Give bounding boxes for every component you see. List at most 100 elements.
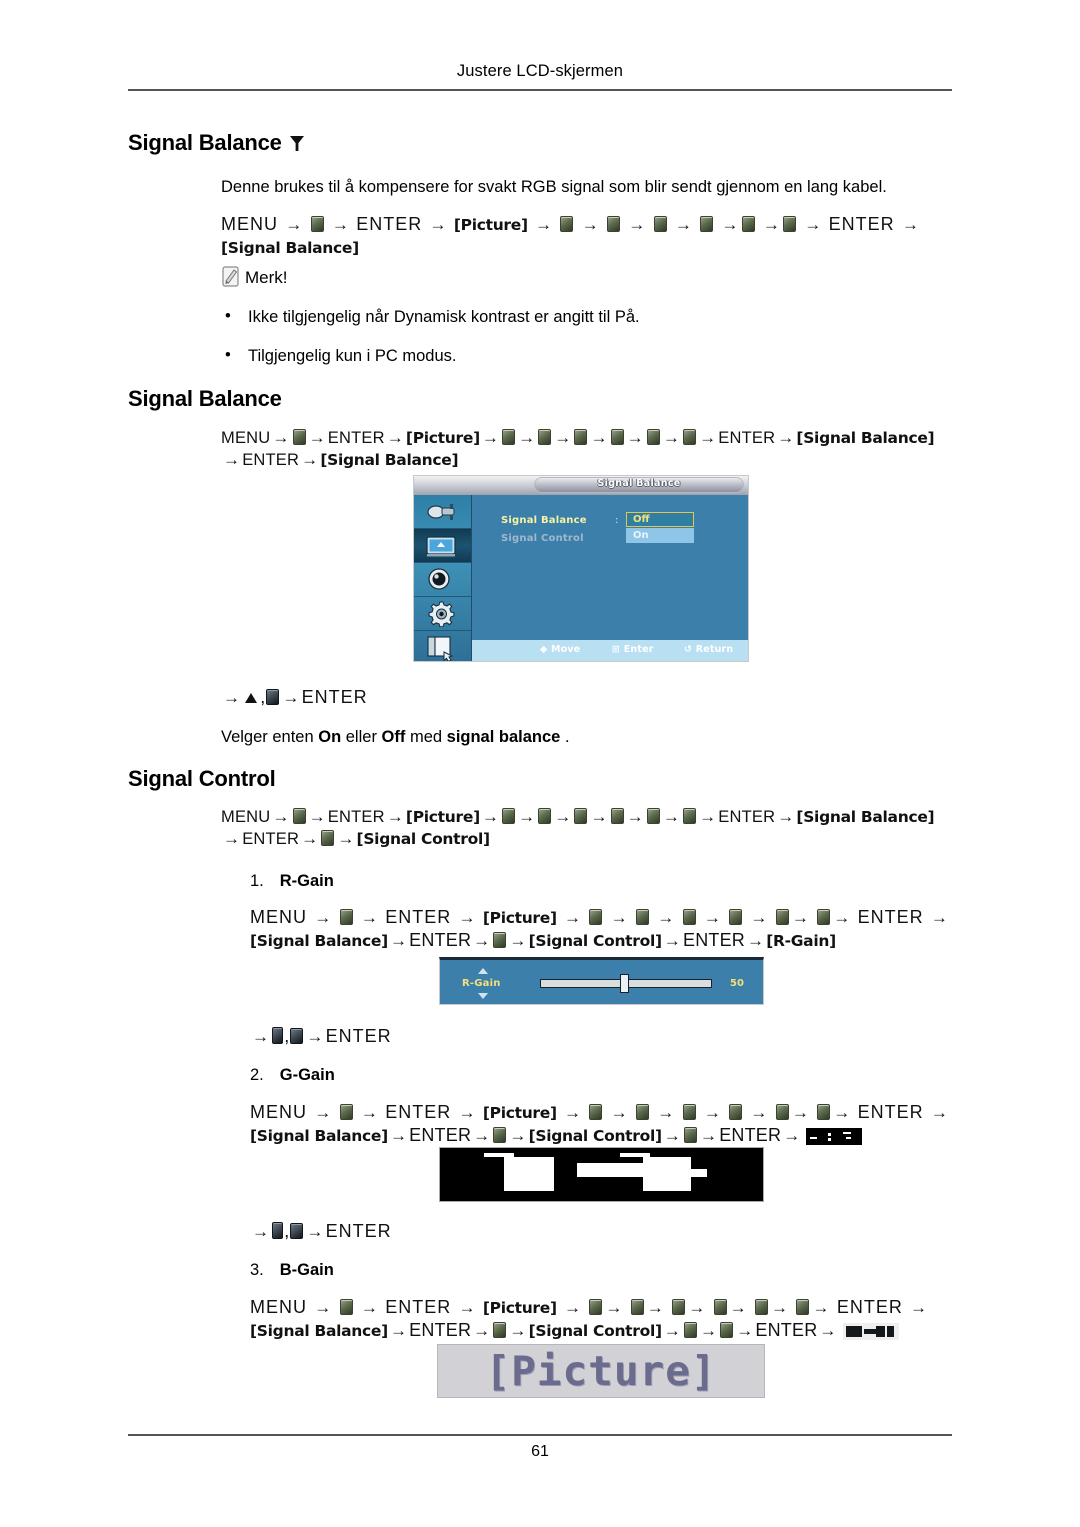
osd-sidebar-item-setup[interactable] xyxy=(414,597,471,631)
key-icon xyxy=(729,1104,743,1120)
path-enter-label: ENTER xyxy=(385,907,452,927)
note-pencil-icon xyxy=(221,266,243,288)
key-icon xyxy=(589,1299,603,1315)
arrow-icon: → xyxy=(386,428,404,447)
path-picture-tag: [Picture] xyxy=(482,1104,557,1122)
osd-menu-item-signal-control[interactable]: Signal Control xyxy=(501,533,584,544)
key-icon xyxy=(682,1104,696,1120)
arrow-icon: → xyxy=(663,1126,681,1146)
path-enter-label: ENTER xyxy=(828,214,895,234)
slider-down-arrow-icon[interactable] xyxy=(478,993,488,999)
arrow-icon: → xyxy=(534,215,553,234)
osd-sidebar-item-sound[interactable] xyxy=(414,563,471,597)
osd-sidebar-item-input[interactable] xyxy=(414,495,471,529)
key-icon xyxy=(607,216,620,232)
arrow-icon: → xyxy=(252,1222,270,1241)
desc-pre: Velger enten xyxy=(221,728,319,746)
key-icon xyxy=(292,429,306,445)
arrow-icon: → xyxy=(458,1298,476,1317)
arrow-icon: → xyxy=(282,688,300,707)
arrow-icon: → xyxy=(771,1298,789,1317)
arrow-icon: → xyxy=(314,908,332,927)
path-enter-label: ENTER xyxy=(719,1125,782,1146)
path-signal-balance-tag: [Signal Balance] xyxy=(221,239,359,258)
key-icon xyxy=(339,1299,353,1315)
arrow-icon: → xyxy=(272,428,290,447)
key-icon xyxy=(610,808,624,824)
key-icon xyxy=(493,1322,507,1339)
key-icon xyxy=(493,932,507,949)
path-picture-tag: [Picture] xyxy=(453,216,528,234)
arrow-icon: → xyxy=(306,1027,324,1046)
arrow-icon: → xyxy=(750,908,768,927)
slider-up-arrow-icon[interactable] xyxy=(478,968,488,974)
osd-sidebar-item-multi-control[interactable] xyxy=(414,631,471,661)
key-icon xyxy=(713,1299,727,1315)
arrow-icon: → xyxy=(473,931,491,951)
key-icon xyxy=(630,1299,644,1315)
arrow-icon: → xyxy=(223,829,241,849)
arrow-icon: → xyxy=(674,215,693,234)
path-signal-balance-tag: [Signal Balance] xyxy=(250,932,388,951)
osd-footer: ◆ Move ⊞ Enter ↺ Return xyxy=(472,640,748,661)
arrow-icon: → xyxy=(721,215,739,234)
section1-description: Denne brukes til å kompensere for svakt … xyxy=(221,178,887,196)
bullet-text: Tilgjengelig kun i PC modus. xyxy=(248,347,457,365)
arrow-icon: → xyxy=(337,829,355,849)
arrow-icon: → xyxy=(389,1321,408,1341)
key-icon xyxy=(700,216,714,232)
key-icon xyxy=(272,1222,284,1239)
bullet-text: Ikke tilgjengelig når Dynamisk kontrast … xyxy=(248,308,640,326)
key-icon xyxy=(589,1104,603,1120)
key-icon xyxy=(683,429,697,445)
header-rule xyxy=(128,89,952,91)
osd-option-off[interactable]: Off xyxy=(626,512,694,527)
arrow-icon: → xyxy=(473,1321,491,1341)
arrow-icon: → xyxy=(223,688,241,707)
arrow-icon: → xyxy=(662,807,681,826)
key-icon xyxy=(574,429,588,445)
arrow-icon: → xyxy=(458,1103,476,1122)
arrow-icon: → xyxy=(308,807,326,826)
osd-sidebar-item-picture[interactable] xyxy=(414,529,471,563)
desc-off: Off xyxy=(381,728,406,746)
key-icon xyxy=(560,216,574,232)
osd-footer-enter-label: Enter xyxy=(623,644,654,655)
return-icon: ↺ xyxy=(684,644,693,655)
path-enter-label: ENTER xyxy=(327,429,385,447)
path-enter-label: ENTER xyxy=(409,1125,472,1146)
key-icon xyxy=(502,808,516,824)
arrow-icon: → xyxy=(777,807,795,826)
arrow-icon: → xyxy=(699,1321,718,1341)
key-icon xyxy=(672,1299,686,1315)
desc-post: . xyxy=(560,728,570,746)
arrow-icon: → xyxy=(663,1321,681,1341)
osd-menu-item-signal-balance[interactable]: Signal Balance xyxy=(501,515,587,526)
item-number: 1. xyxy=(250,872,264,890)
osd-option-on[interactable]: On xyxy=(626,528,694,543)
path-signal-balance-tag: [Signal Balance] xyxy=(796,808,935,826)
key-icon xyxy=(493,1127,507,1144)
arrow-icon: → xyxy=(703,908,722,927)
inverted-glyph-chip xyxy=(842,1323,899,1341)
key-icon xyxy=(321,830,335,847)
arrow-icon: → xyxy=(518,428,536,447)
arrow-icon: → xyxy=(783,1126,801,1146)
slider-thumb[interactable] xyxy=(620,974,629,993)
key-icon xyxy=(574,808,588,824)
item-number: 2. xyxy=(250,1066,264,1084)
arrow-icon: → xyxy=(473,1126,491,1146)
arrow-icon: → xyxy=(736,1321,754,1341)
osd-footer-move: ◆ Move xyxy=(540,644,580,655)
osd-footer-enter: ⊞ Enter xyxy=(612,644,654,655)
arrow-icon: → xyxy=(610,908,628,927)
page-title-text: Signal Balance xyxy=(128,130,282,155)
key-icon xyxy=(683,1127,697,1144)
path-menu-label: MENU xyxy=(250,1297,307,1317)
arrow-icon: → xyxy=(699,807,717,826)
path-enter-label: ENTER xyxy=(409,1320,472,1341)
key-icon xyxy=(817,909,831,925)
arrow-icon: → xyxy=(509,1126,527,1146)
arrow-icon: → xyxy=(626,807,644,826)
arrow-icon: → xyxy=(314,1298,332,1317)
